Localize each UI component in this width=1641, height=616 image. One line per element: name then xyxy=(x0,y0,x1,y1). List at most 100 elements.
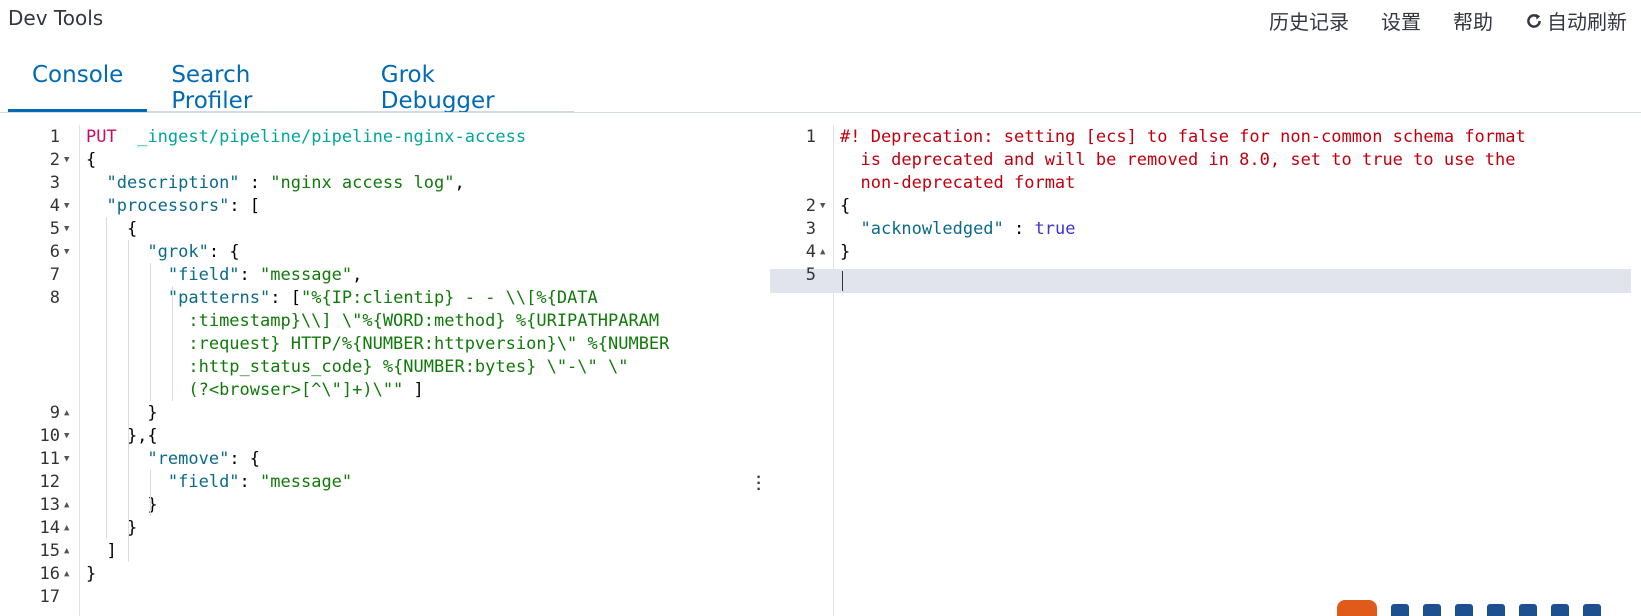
code-line: :http_status_code} %{NUMBER:bytes} \"-\"… xyxy=(86,355,628,379)
code-token: : xyxy=(239,265,261,285)
indent-guide xyxy=(128,240,129,562)
tab-search-profiler[interactable]: Search Profiler xyxy=(147,52,356,114)
line-number: 17 xyxy=(39,587,60,607)
code-token: :request} HTTP/%{NUMBER:httpversion}\" %… xyxy=(188,334,670,354)
fold-open-icon[interactable]: ▼ xyxy=(820,194,830,218)
line-number: 16 xyxy=(39,564,60,584)
code-line: #! Deprecation: setting [ecs] to false f… xyxy=(840,125,1526,149)
code-token: "patterns" xyxy=(167,288,271,308)
tray-icon[interactable] xyxy=(1487,604,1505,616)
code-token: : { xyxy=(208,242,240,262)
settings-link[interactable]: 设置 xyxy=(1381,6,1421,35)
code-line: "grok": { xyxy=(86,240,240,264)
code-token: "grok" xyxy=(147,242,209,262)
tray-icon[interactable] xyxy=(1551,604,1569,616)
code-token: : xyxy=(1003,219,1035,239)
code-token: ] xyxy=(403,380,424,400)
refresh-icon xyxy=(1527,13,1541,28)
code-line: non-deprecated format xyxy=(840,171,1075,195)
code-line: is deprecated and will be removed in 8.0… xyxy=(840,148,1516,172)
code-token: "message" xyxy=(260,265,353,285)
line-number: 2 xyxy=(805,196,816,216)
line-number: 5 xyxy=(49,219,60,239)
fold-close-icon[interactable]: ▲ xyxy=(64,539,74,563)
fold-close-icon[interactable]: ▲ xyxy=(64,401,74,425)
code-token: { xyxy=(86,219,138,239)
auto-refresh-label: 自动刷新 xyxy=(1547,10,1627,34)
line-number: 11 xyxy=(39,449,60,469)
tray-icon[interactable] xyxy=(1455,604,1473,616)
tray-icon[interactable] xyxy=(1391,604,1409,616)
code-token: } xyxy=(840,242,851,262)
fold-open-icon[interactable]: ▼ xyxy=(64,194,74,218)
tray-icon[interactable] xyxy=(1423,604,1441,616)
panel-resize-handle[interactable]: · · · xyxy=(753,470,765,499)
line-number: 15 xyxy=(39,541,60,561)
tray-icon[interactable] xyxy=(1583,604,1601,616)
indent-guide xyxy=(172,286,173,401)
fold-close-icon[interactable]: ▲ xyxy=(820,240,830,264)
code-token: { xyxy=(86,150,97,170)
code-line: ] xyxy=(86,539,116,563)
fold-close-icon[interactable]: ▲ xyxy=(64,516,74,540)
code-token: : { xyxy=(229,449,261,469)
system-tray xyxy=(1331,598,1641,616)
response-editor[interactable]: 1 #! Deprecation: setting [ecs] to false … xyxy=(770,125,1641,616)
line-number: 4 xyxy=(49,196,60,216)
line-number: 5 xyxy=(805,265,816,285)
code-token: : [ xyxy=(270,288,301,308)
help-link[interactable]: 帮助 xyxy=(1453,6,1493,35)
code-token: } xyxy=(86,564,97,584)
line-number: 13 xyxy=(39,495,60,515)
code-line: "processors": [ xyxy=(86,194,260,218)
line-number: 1 xyxy=(49,127,60,147)
fold-open-icon[interactable]: ▼ xyxy=(64,424,74,448)
fold-close-icon[interactable]: ▲ xyxy=(64,562,74,586)
indent-guide xyxy=(150,470,151,516)
code-token: : xyxy=(239,173,271,193)
line-number: 7 xyxy=(49,265,60,285)
fold-open-icon[interactable]: ▼ xyxy=(64,217,74,241)
line-number: 6 xyxy=(49,242,60,262)
code-token: :timestamp}\\] \"%{WORD:method} %{URIPAT… xyxy=(188,311,660,331)
line-number: 10 xyxy=(39,426,60,446)
code-token: } xyxy=(86,403,158,423)
code-token: "description" xyxy=(106,173,240,193)
line-number xyxy=(770,171,816,195)
fold-close-icon[interactable]: ▲ xyxy=(64,493,74,517)
code-token: , xyxy=(454,173,465,193)
line-number: 2 xyxy=(49,150,60,170)
line-number: 4 xyxy=(805,242,816,262)
request-editor[interactable]: 1 PUT _ingest/pipeline/pipeline-nginx-acc… xyxy=(0,125,750,616)
line-number: 8 xyxy=(49,288,60,308)
fold-open-icon[interactable]: ▼ xyxy=(64,447,74,471)
history-link[interactable]: 历史记录 xyxy=(1269,6,1349,35)
fold-open-icon[interactable]: ▼ xyxy=(64,148,74,172)
code-line: } xyxy=(86,493,158,517)
ime-icon[interactable] xyxy=(1337,600,1377,616)
code-line: { xyxy=(86,217,137,241)
code-line: { xyxy=(840,194,850,218)
code-token: } xyxy=(86,518,138,538)
code-token: } xyxy=(86,495,158,515)
line-number xyxy=(0,309,60,333)
tray-icon[interactable] xyxy=(1519,604,1537,616)
auto-refresh-link[interactable]: 自动刷新 xyxy=(1525,6,1627,35)
code-line: :request} HTTP/%{NUMBER:httpversion}\" %… xyxy=(86,332,669,356)
tab-console[interactable]: Console xyxy=(8,52,148,112)
code-line: } xyxy=(86,401,158,425)
fold-open-icon[interactable]: ▼ xyxy=(64,240,74,264)
tab-grok-debugger[interactable]: Grok Debugger xyxy=(357,52,574,114)
indent-guide xyxy=(106,217,107,539)
code-line: } xyxy=(840,240,850,264)
code-token: : [ xyxy=(229,196,261,216)
code-token: is deprecated and will be removed in 8.0… xyxy=(840,150,1516,170)
